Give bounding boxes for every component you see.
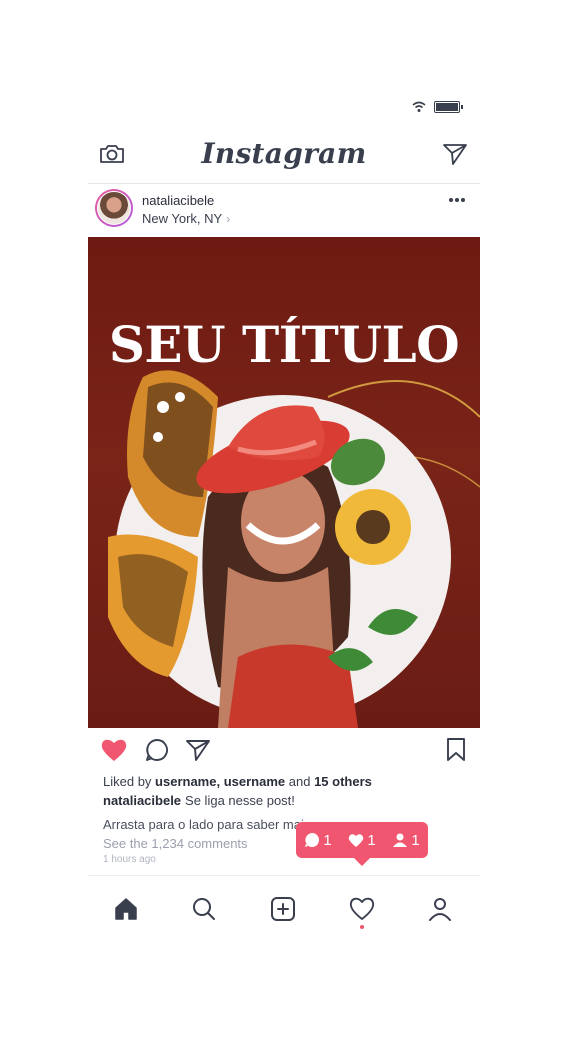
- location-label: New York, NY: [142, 211, 223, 226]
- post-location[interactable]: New York, NY ›: [142, 211, 230, 226]
- activity-notification[interactable]: 1 1 1: [296, 822, 428, 866]
- notif-comments-count: 1: [323, 831, 332, 849]
- more-icon[interactable]: [448, 197, 466, 203]
- likes-users[interactable]: username, username: [155, 774, 285, 789]
- chevron-right-icon: ›: [226, 212, 231, 226]
- add-icon[interactable]: [270, 896, 296, 922]
- bottom-nav: [88, 875, 480, 938]
- post-actions: [88, 735, 480, 769]
- likes-others[interactable]: 15 others: [314, 774, 372, 789]
- comment-icon: [305, 832, 320, 847]
- post-title: SEU TÍTULO: [108, 315, 460, 374]
- notif-comments: 1: [304, 831, 332, 849]
- send-icon[interactable]: [442, 141, 468, 167]
- heart-outline-icon[interactable]: [349, 896, 375, 922]
- heart-icon[interactable]: [100, 737, 128, 763]
- caption-extra: Arrasta para o lado para saber mais: [103, 817, 311, 832]
- bookmark-icon[interactable]: [445, 737, 467, 763]
- profile-icon[interactable]: [427, 896, 453, 922]
- post-username[interactable]: nataliacibele: [142, 193, 214, 208]
- caption-text: Se liga nesse post!: [185, 793, 295, 808]
- post-timestamp: 1 hours ago: [103, 854, 156, 865]
- post-artwork: [108, 370, 480, 728]
- notif-likes: 1: [348, 831, 376, 849]
- post-caption: nataliacibele Se liga nesse post!: [103, 793, 295, 808]
- share-icon[interactable]: [185, 737, 211, 763]
- app-logo: Instagram: [201, 137, 367, 170]
- likes-prefix: Liked by: [103, 774, 152, 789]
- search-icon[interactable]: [191, 896, 217, 922]
- comment-icon[interactable]: [144, 737, 170, 763]
- likes-and: and: [288, 774, 311, 789]
- wifi-icon: [412, 101, 426, 112]
- post-image[interactable]: SEU TÍTULO: [88, 237, 480, 728]
- activity-indicator-dot: [360, 925, 364, 929]
- status-bar: [412, 101, 463, 113]
- heart-icon: [349, 833, 364, 847]
- post-header: nataliacibele New York, NY ›: [88, 185, 480, 235]
- likes-summary[interactable]: Liked by username, username and 15 other…: [103, 774, 372, 789]
- app-header: Instagram: [88, 133, 480, 184]
- caption-username[interactable]: nataliacibele: [103, 793, 181, 808]
- user-icon: [393, 833, 408, 847]
- view-comments-link[interactable]: See the 1,234 comments: [103, 836, 248, 851]
- phone-frame: Instagram nataliacibele New York, NY › S…: [88, 95, 480, 955]
- notif-likes-count: 1: [367, 831, 376, 849]
- home-icon[interactable]: [113, 896, 139, 922]
- avatar[interactable]: [95, 189, 133, 227]
- battery-icon: [434, 101, 463, 113]
- notif-follows: 1: [392, 831, 420, 849]
- notif-follows-count: 1: [411, 831, 420, 849]
